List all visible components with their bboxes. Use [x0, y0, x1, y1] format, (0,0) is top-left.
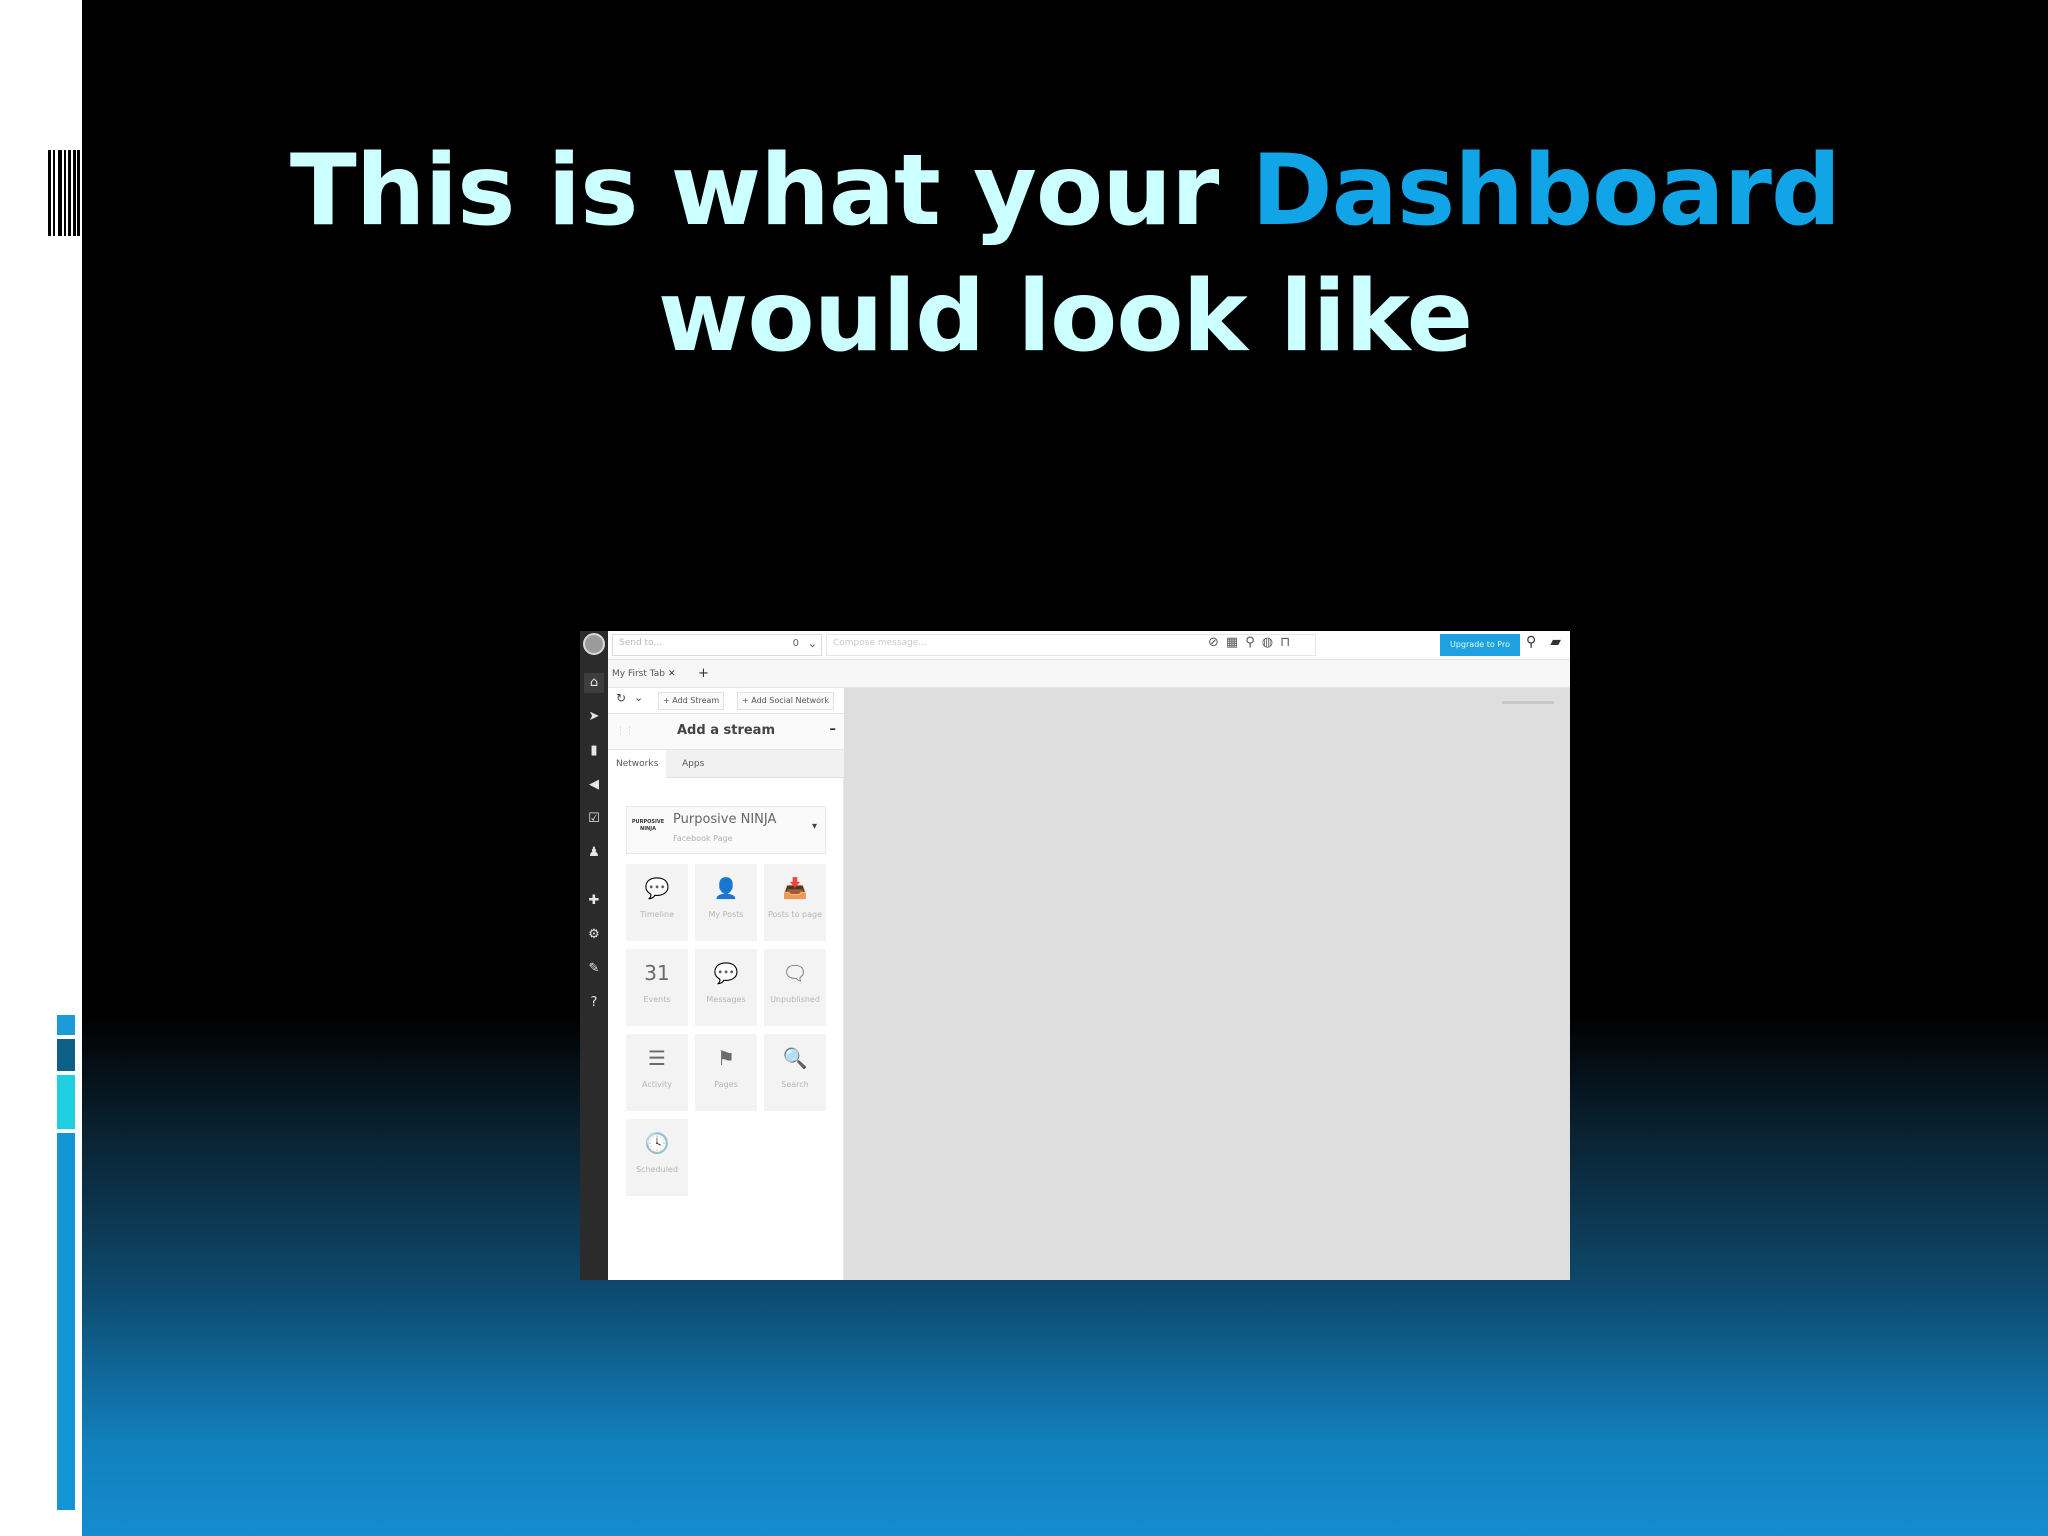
dashboard-screenshot: ⌂ ➤ ▮ ◀ ☑ ♟ ✚ ⚙ ✎ ? Send to... 0 ⌄ Compo… — [580, 631, 1570, 1280]
stream-type-events[interactable]: 31 Events — [626, 949, 688, 1026]
stream-type-messages[interactable]: 💬 Messages — [695, 949, 757, 1026]
tab-apps[interactable]: Apps — [674, 750, 712, 778]
stream-type-label: Timeline — [639, 910, 674, 919]
add-network-label: Add Social Network — [751, 696, 829, 705]
stream-type-label: Search — [781, 1080, 809, 1089]
panel-title: Add a stream — [677, 723, 775, 738]
stream-type-label: Scheduled — [636, 1165, 678, 1174]
barcode-decoration — [48, 150, 80, 236]
my-posts-icon: 👤 — [713, 876, 739, 900]
add-stream-button[interactable]: + Add Stream — [658, 692, 725, 710]
profile-count: 0 — [792, 638, 799, 649]
stream-type-activity[interactable]: ☰ Activity — [626, 1034, 688, 1111]
profile-selector[interactable]: PURPOSIVE NINJA Purposive NINJA Facebook… — [626, 806, 826, 854]
top-bar: Send to... 0 ⌄ Compose message... ⊘ ▦ ⚲ … — [608, 631, 1570, 660]
title-line-2: would look like — [657, 260, 1473, 374]
posts-to-page-icon: 📥 — [782, 876, 808, 900]
stream-type-label: Posts to page — [767, 910, 822, 919]
chevron-down-icon[interactable]: ⌄ — [808, 637, 817, 650]
lock-icon[interactable]: ⊓ — [1280, 635, 1290, 650]
unpublished-icon: 🗨 — [782, 961, 808, 985]
tools-icon[interactable]: ✎ — [584, 959, 604, 979]
minimize-icon[interactable]: – — [830, 722, 837, 737]
add-tab-button[interactable]: + — [698, 664, 709, 684]
panel-tabs: Networks Apps — [608, 750, 844, 778]
add-social-network-button[interactable]: + Add Social Network — [737, 692, 834, 710]
close-icon[interactable]: ✕ — [668, 669, 676, 679]
compose-icons: ⊘ ▦ ⚲ ◍ ⊓ — [1208, 635, 1290, 650]
stream-type-search[interactable]: 🔍 Search — [764, 1034, 826, 1111]
analytics-icon[interactable]: ▮ — [584, 741, 604, 761]
tab-bar: My First Tab ✕ + — [608, 660, 1570, 688]
avatar[interactable] — [583, 633, 605, 655]
stream-type-my-posts[interactable]: 👤 My Posts — [695, 864, 757, 941]
panel-header: ⋮⋮ Add a stream – — [608, 714, 844, 750]
stream-type-pages[interactable]: ⚑ Pages — [695, 1034, 757, 1111]
home-icon[interactable]: ⌂ — [584, 673, 604, 693]
contacts-icon[interactable]: ♟ — [584, 843, 604, 863]
add-stream-panel: ⋮⋮ Add a stream – Networks Apps PURPOSIV… — [608, 714, 844, 1280]
tab-my-first-tab[interactable]: My First Tab ✕ — [612, 664, 676, 684]
location-pin-icon[interactable]: ⚲ — [1245, 635, 1255, 650]
add-stream-label: Add Stream — [672, 696, 720, 705]
events-icon: 31 — [644, 961, 670, 985]
apps-icon[interactable]: ✚ — [584, 891, 604, 911]
tab-networks[interactable]: Networks — [608, 750, 667, 778]
chevron-down-icon[interactable]: ⌄ — [634, 691, 643, 704]
tab-label: My First Tab — [612, 669, 665, 679]
stream-type-posts-to-page[interactable]: 📥 Posts to page — [764, 864, 826, 941]
messages-icon[interactable]: ▰ — [1550, 634, 1561, 650]
stream-toolbar: ↻ ⌄ + Add Stream + Add Social Network — [608, 688, 844, 714]
scroll-handle[interactable] — [1502, 701, 1554, 704]
refresh-icon[interactable]: ↻ — [616, 691, 626, 705]
stream-type-label: My Posts — [708, 910, 744, 919]
assignments-icon[interactable]: ☑ — [584, 809, 604, 829]
search-icon: 🔍 — [782, 1046, 808, 1070]
slide-title: This is what your Dashboard would look l… — [82, 128, 2048, 380]
accent-bars — [57, 1015, 75, 1510]
attachment-icon[interactable]: ⊘ — [1208, 635, 1219, 650]
stream-type-timeline[interactable]: 💬 Timeline — [626, 864, 688, 941]
scheduled-icon: 🕓 — [644, 1131, 670, 1155]
title-highlight: Dashboard — [1251, 134, 1841, 248]
megaphone-icon[interactable]: ◀ — [584, 775, 604, 795]
send-to-field[interactable]: Send to... 0 ⌄ — [612, 634, 822, 656]
pages-icon: ⚑ — [717, 1046, 735, 1070]
send-to-placeholder: Send to... — [619, 638, 662, 648]
upgrade-button[interactable]: Upgrade to Pro — [1440, 634, 1520, 656]
send-icon[interactable]: ➤ — [584, 707, 604, 727]
stream-type-unpublished[interactable]: 🗨 Unpublished — [764, 949, 826, 1026]
slide-left-strip — [0, 0, 82, 1536]
top-right-icons: ⚲ ▰ — [1526, 634, 1561, 650]
stream-type-label: Pages — [714, 1080, 738, 1089]
caret-down-icon[interactable]: ▾ — [812, 821, 817, 832]
help-icon[interactable]: ? — [584, 993, 604, 1013]
globe-icon[interactable]: ◍ — [1262, 635, 1273, 650]
profile-type: Facebook Page — [673, 834, 733, 843]
settings-icon[interactable]: ⚙ — [584, 925, 604, 945]
calendar-icon[interactable]: ▦ — [1226, 635, 1238, 650]
sidebar-rail: ⌂ ➤ ▮ ◀ ☑ ♟ ✚ ⚙ ✎ ? — [580, 631, 608, 1280]
stream-type-label: Activity — [642, 1080, 672, 1089]
stream-type-label: Messages — [706, 995, 746, 1004]
timeline-icon: 💬 — [644, 876, 670, 900]
title-text: This is what your — [289, 134, 1252, 248]
stream-type-label: Events — [643, 995, 671, 1004]
profile-logo: PURPOSIVE NINJA — [631, 819, 665, 832]
activity-icon: ☰ — [648, 1046, 666, 1070]
profile-name: Purposive NINJA — [673, 812, 777, 827]
stream-type-label: Unpublished — [770, 995, 820, 1004]
search-icon[interactable]: ⚲ — [1526, 634, 1536, 650]
stream-type-scheduled[interactable]: 🕓 Scheduled — [626, 1119, 688, 1196]
stream-canvas — [844, 688, 1570, 1280]
compose-placeholder: Compose message... — [833, 638, 927, 648]
messages-icon: 💬 — [713, 961, 739, 985]
